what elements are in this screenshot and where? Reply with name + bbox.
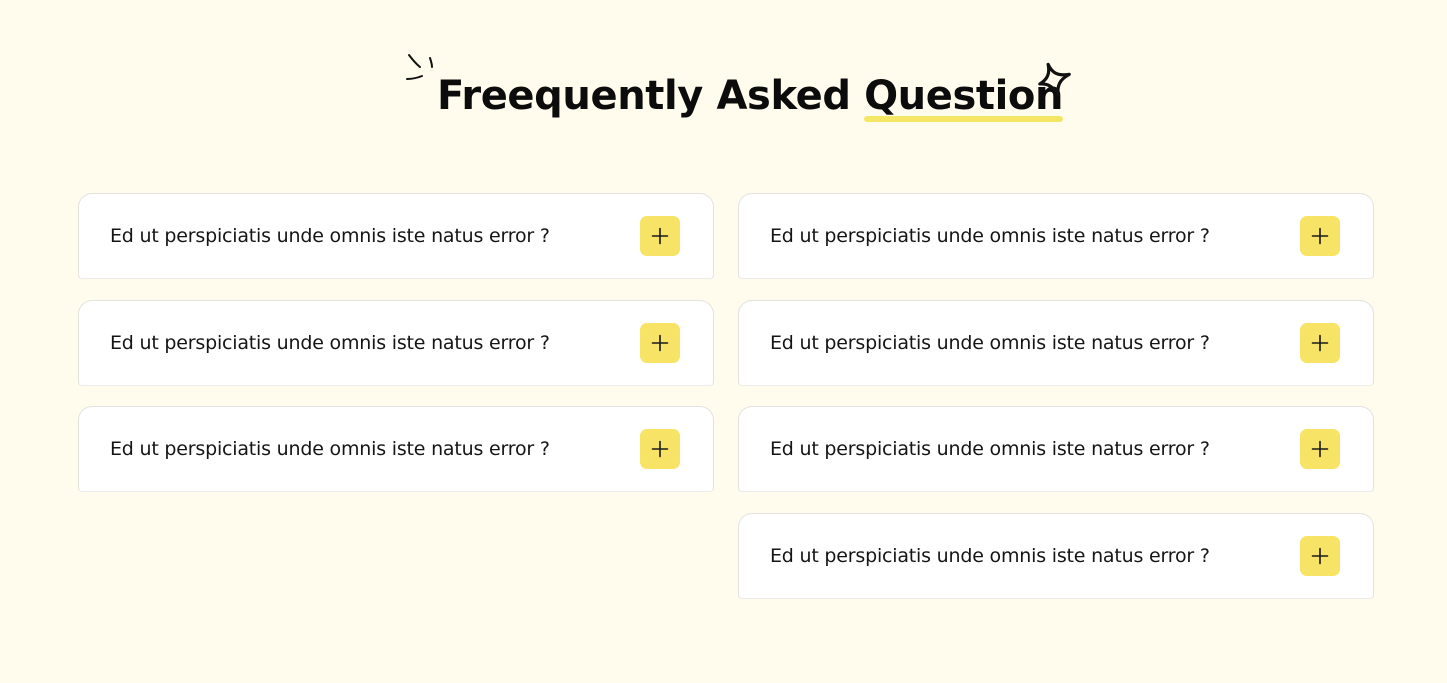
faq-question: Ed ut perspiciatis unde omnis iste natus… [110,331,550,354]
plus-icon [651,440,669,458]
expand-button[interactable] [1300,216,1340,256]
faq-question: Ed ut perspiciatis unde omnis iste natus… [770,331,1210,354]
plus-icon [651,227,669,245]
expand-button[interactable] [640,216,680,256]
faq-question: Ed ut perspiciatis unde omnis iste natus… [770,438,1210,460]
faq-item[interactable]: Ed ut perspiciatis unde omnis iste natus… [738,406,1374,492]
faq-question: Ed ut perspiciatis unde omnis iste natus… [110,225,550,247]
faq-question: Ed ut perspiciatis unde omnis iste natus… [770,225,1210,247]
spark-lines-icon [406,54,433,80]
plus-icon [1311,440,1329,458]
faq-item[interactable]: Ed ut perspiciatis unde omnis iste natus… [78,299,714,386]
faq-question: Ed ut perspiciatis unde omnis iste natus… [770,544,1210,567]
faq-item[interactable]: Ed ut perspiciatis unde omnis iste natus… [738,512,1374,599]
title-highlight: Question [864,70,1063,122]
title-highlight-word: Question [864,73,1064,119]
faq-column-right: Ed ut perspiciatis unde omnis iste natus… [738,193,1374,619]
expand-button[interactable] [640,322,680,363]
plus-icon [651,334,669,351]
sparkle-icon [1038,62,1071,97]
faq-item[interactable]: Ed ut perspiciatis unde omnis iste natus… [738,193,1374,279]
expand-button[interactable] [1300,429,1340,469]
faq-question: Ed ut perspiciatis unde omnis iste natus… [110,438,550,460]
page-title: Freequently Asked Question [437,70,1063,122]
expand-button[interactable] [1300,322,1340,363]
faq-item[interactable]: Ed ut perspiciatis unde omnis iste natus… [78,193,714,279]
faq-item[interactable]: Ed ut perspiciatis unde omnis iste natus… [738,299,1374,386]
faq-item[interactable]: Ed ut perspiciatis unde omnis iste natus… [78,406,714,492]
title-text: Freequently Asked [437,73,865,119]
plus-icon [1311,547,1329,564]
faq-header: Freequently Asked Question [0,50,1447,140]
expand-button[interactable] [1300,535,1340,576]
plus-icon [1311,227,1329,245]
plus-icon [1311,334,1329,351]
expand-button[interactable] [640,429,680,469]
faq-column-left: Ed ut perspiciatis unde omnis iste natus… [78,193,714,513]
